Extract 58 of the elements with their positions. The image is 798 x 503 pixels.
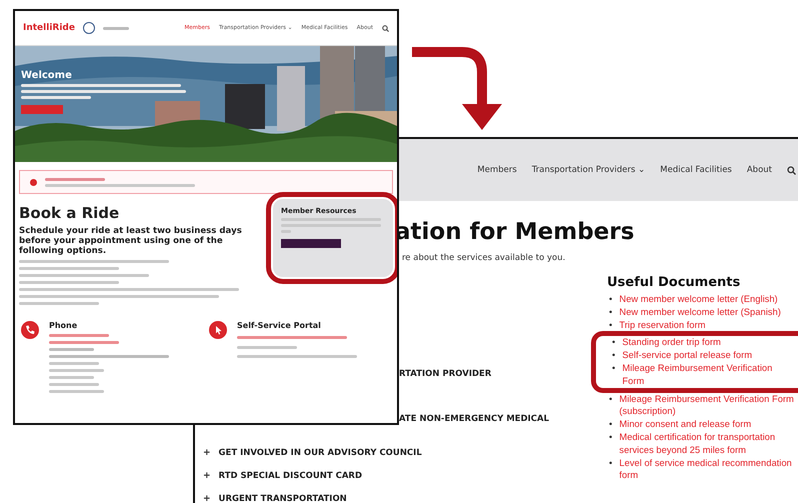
bullet: • [609, 293, 612, 306]
option-title: Phone [49, 321, 78, 330]
page-title: ation for Members [395, 219, 636, 245]
blurred-text [45, 178, 105, 180]
expand-icon[interactable]: + [203, 470, 211, 480]
bullet: • [612, 336, 616, 350]
intro-text: re about the services available to you. [402, 253, 566, 263]
document-link[interactable]: Minor consent and release form [619, 418, 752, 431]
document-link[interactable]: Standing order trip form [622, 336, 721, 350]
document-link[interactable]: Self-service portal release form [622, 349, 752, 362]
bullet: • [609, 392, 612, 406]
document-link[interactable]: New member welcome letter (English) [619, 293, 778, 306]
bullet: • [609, 318, 612, 332]
expand-icon[interactable]: + [203, 494, 211, 503]
search-icon[interactable] [382, 24, 389, 32]
blurred-text [237, 346, 297, 349]
document-link[interactable]: Trip reservation form [619, 318, 706, 332]
blurred-text [49, 362, 99, 365]
accordion-item[interactable]: GET INVOLVED IN OUR ADVISORY COUNCIL [218, 448, 422, 458]
section-heading: Book a Ride [19, 204, 120, 222]
section-heading: Useful Documents [607, 275, 742, 290]
search-icon[interactable] [787, 166, 796, 174]
bullet: • [612, 349, 616, 362]
blurred-text [102, 26, 129, 30]
blurred-text [49, 390, 104, 393]
document-link[interactable]: Level of service medical recommendation form [619, 456, 794, 482]
nav-link[interactable]: Transportation Providers ⌄ [532, 165, 646, 175]
expand-icon[interactable]: + [203, 448, 211, 458]
nav-link[interactable]: Members [477, 165, 517, 175]
section-subheading: Schedule your ride at least two business days before your appointment using one of the following options. [19, 226, 243, 256]
bullet: • [609, 418, 612, 431]
document-link[interactable]: Mileage Reimbursement Verification Form (subscription) [619, 392, 794, 418]
document-link[interactable]: Medical certification for transportation services beyond 25 miles form [619, 430, 794, 457]
bullet: • [609, 456, 612, 470]
bullet: • [612, 362, 616, 375]
document-link[interactable]: Mileage Reimbursement Verification Form [622, 362, 794, 388]
blurred-text [49, 334, 109, 337]
blurred-text [49, 376, 94, 379]
bullet: • [609, 430, 612, 444]
accordion-item[interactable]: RTD SPECIAL DISCOUNT CARD [218, 470, 362, 480]
accordion-item[interactable]: ATE NON-EMERGENCY MEDICAL [399, 414, 550, 424]
cursor-icon [209, 321, 227, 339]
phone-icon [21, 321, 39, 339]
nav-link[interactable]: Medical Facilities [660, 165, 732, 175]
blurred-text [49, 383, 99, 386]
bullet: • [609, 306, 612, 319]
nav-link[interactable]: About [746, 165, 772, 175]
blurred-text [21, 96, 91, 99]
accordion-item[interactable]: RTATION PROVIDER [399, 368, 492, 378]
blurred-text [49, 369, 104, 372]
blurred-text [49, 341, 119, 344]
accordion-item[interactable]: URGENT TRANSPORTATION [218, 494, 347, 503]
blurred-text [49, 348, 94, 351]
alert-icon [30, 178, 37, 186]
document-link[interactable]: New member welcome letter (Spanish) [619, 306, 781, 319]
hero-title: Welcome [21, 70, 73, 81]
logo[interactable]: IntelliRide [23, 23, 75, 33]
option-title: Self-Service Portal [237, 321, 322, 332]
